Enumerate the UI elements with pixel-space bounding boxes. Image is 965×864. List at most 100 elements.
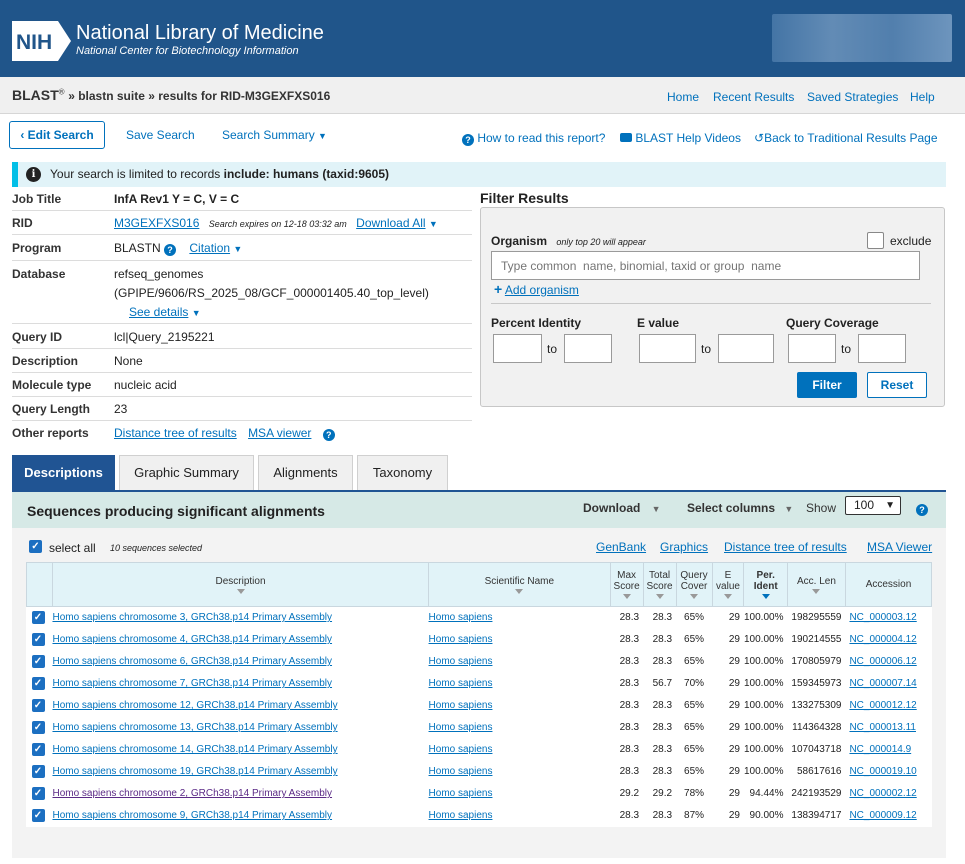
- row-checkbox[interactable]: ✓: [31, 765, 45, 778]
- query-coverage-max-input[interactable]: [858, 334, 906, 363]
- nav-recent-results[interactable]: Recent Results: [713, 90, 794, 104]
- header-max-score[interactable]: Max Score: [609, 562, 644, 607]
- save-search-link[interactable]: Save Search: [126, 128, 195, 142]
- add-organism-link[interactable]: + Add organism: [494, 281, 579, 297]
- row-checkbox[interactable]: ✓: [31, 787, 45, 800]
- genbank-link[interactable]: GenBank: [596, 540, 646, 554]
- nav-saved-strategies[interactable]: Saved Strategies: [807, 90, 898, 104]
- chevron-down-icon: ▼: [318, 131, 327, 141]
- scientific-name-link[interactable]: Homo sapiens: [429, 788, 493, 799]
- accession-link[interactable]: NC_000004.12: [849, 634, 916, 645]
- description-link[interactable]: Homo sapiens chromosome 6, GRCh38.p14 Pr…: [52, 656, 332, 667]
- scientific-name-link[interactable]: Homo sapiens: [429, 678, 493, 689]
- description-link[interactable]: Homo sapiens chromosome 3, GRCh38.p14 Pr…: [52, 612, 332, 623]
- msa-viewer-link[interactable]: MSA viewer: [248, 426, 311, 440]
- scientific-name-link[interactable]: Homo sapiens: [429, 700, 493, 711]
- select-columns-dropdown[interactable]: Select columns ▼: [687, 501, 793, 515]
- row-checkbox[interactable]: ✓: [31, 721, 45, 734]
- question-icon[interactable]: ?: [164, 244, 177, 256]
- accession-link[interactable]: NC_000013.11: [849, 722, 916, 733]
- account-area-blurred[interactable]: [772, 14, 952, 62]
- reset-button[interactable]: Reset: [867, 372, 927, 398]
- graphics-link[interactable]: Graphics: [660, 540, 708, 554]
- accession-link[interactable]: NC_000019.10: [849, 766, 916, 777]
- description-link[interactable]: Homo sapiens chromosome 14, GRCh38.p14 P…: [52, 744, 337, 755]
- accession-cell: NC_000013.11: [845, 716, 932, 739]
- query-coverage-min-input[interactable]: [788, 334, 836, 363]
- e-value-min-input[interactable]: [639, 334, 696, 363]
- how-to-read-link[interactable]: ? How to read this report?: [462, 131, 605, 146]
- show-count-select[interactable]: 100 ▼: [845, 496, 901, 515]
- nav-home[interactable]: Home: [667, 90, 699, 104]
- distance-tree-link[interactable]: Distance tree of results: [114, 426, 237, 440]
- distance-tree-results-link[interactable]: Distance tree of results: [724, 540, 847, 554]
- description-link[interactable]: Homo sapiens chromosome 13, GRCh38.p14 P…: [52, 722, 337, 733]
- tab-alignments[interactable]: Alignments: [258, 455, 353, 491]
- scientific-name-link[interactable]: Homo sapiens: [429, 634, 493, 645]
- header-query-cover[interactable]: Query Cover: [675, 562, 713, 607]
- tab-graphic-summary[interactable]: Graphic Summary: [119, 455, 254, 491]
- tab-taxonomy[interactable]: Taxonomy: [357, 455, 448, 491]
- row-checkbox[interactable]: ✓: [31, 809, 45, 822]
- description-link[interactable]: Homo sapiens chromosome 12, GRCh38.p14 P…: [52, 700, 337, 711]
- header-e-value[interactable]: Evalue: [711, 562, 745, 607]
- accession-link[interactable]: NC_000002.12: [849, 788, 916, 799]
- filter-button[interactable]: Filter: [797, 372, 857, 398]
- msa-viewer-results-link[interactable]: MSA Viewer: [867, 540, 932, 554]
- description-label: Description: [12, 354, 79, 368]
- description-link[interactable]: Homo sapiens chromosome 19, GRCh38.p14 P…: [52, 766, 337, 777]
- tab-descriptions[interactable]: Descriptions: [12, 455, 115, 491]
- row-select-cell: ✓: [26, 760, 53, 783]
- nav-help[interactable]: Help: [910, 90, 935, 104]
- question-icon[interactable]: ?: [916, 504, 928, 516]
- scientific-name-link[interactable]: Homo sapiens: [429, 766, 493, 777]
- description-cell: Homo sapiens chromosome 6, GRCh38.p14 Pr…: [52, 650, 429, 673]
- percent-identity-min-input[interactable]: [493, 334, 542, 363]
- help-videos-link[interactable]: BLAST Help Videos: [620, 131, 741, 145]
- accession-link[interactable]: NC_000014.9: [849, 744, 911, 755]
- accession-link[interactable]: NC_000003.12: [849, 612, 916, 623]
- edit-search-button[interactable]: ‹ Edit Search: [9, 121, 105, 149]
- scientific-name-link[interactable]: Homo sapiens: [429, 612, 493, 623]
- site-title[interactable]: National Library of Medicine: [76, 22, 324, 45]
- row-checkbox[interactable]: ✓: [31, 611, 45, 624]
- row-checkbox[interactable]: ✓: [31, 633, 45, 646]
- scientific-name-link[interactable]: Homo sapiens: [429, 722, 493, 733]
- download-all-link[interactable]: Download All: [356, 216, 425, 230]
- header-description[interactable]: Description: [51, 562, 430, 607]
- description-link[interactable]: Homo sapiens chromosome 4, GRCh38.p14 Pr…: [52, 634, 332, 645]
- e-value-max-input[interactable]: [718, 334, 774, 363]
- rid-link[interactable]: M3GEXFXS016: [114, 216, 199, 230]
- header-total-score[interactable]: Total Score: [642, 562, 677, 607]
- nih-logo[interactable]: NIH: [12, 21, 71, 61]
- description-link[interactable]: Homo sapiens chromosome 7, GRCh38.p14 Pr…: [52, 678, 332, 689]
- scientific-name-link[interactable]: Homo sapiens: [429, 810, 493, 821]
- header-per-ident[interactable]: Per. Ident: [743, 562, 788, 607]
- download-dropdown[interactable]: Download ▼: [583, 501, 661, 515]
- see-details-link[interactable]: See details ▼: [129, 305, 201, 319]
- description-link[interactable]: Homo sapiens chromosome 2, GRCh38.p14 Pr…: [52, 788, 332, 799]
- row-checkbox[interactable]: ✓: [31, 677, 45, 690]
- description-link[interactable]: Homo sapiens chromosome 9, GRCh38.p14 Pr…: [52, 810, 332, 821]
- header-scientific-name[interactable]: Scientific Name: [428, 562, 611, 607]
- breadcrumb-blast[interactable]: BLAST: [12, 87, 59, 103]
- row-checkbox[interactable]: ✓: [31, 699, 45, 712]
- accession-link[interactable]: NC_000009.12: [849, 810, 916, 821]
- header-acc-len[interactable]: Acc. Len: [786, 562, 846, 607]
- select-all-checkbox[interactable]: ✓: [29, 540, 42, 553]
- accession-link[interactable]: NC_000012.12: [849, 700, 916, 711]
- citation-link[interactable]: Citation: [189, 241, 230, 255]
- search-summary-dropdown[interactable]: Search Summary ▼: [222, 128, 327, 142]
- accession-link[interactable]: NC_000006.12: [849, 656, 916, 667]
- scientific-name-link[interactable]: Homo sapiens: [429, 656, 493, 667]
- back-traditional-link[interactable]: ↺Back to Traditional Results Page: [754, 131, 938, 145]
- accession-link[interactable]: NC_000007.14: [849, 678, 916, 689]
- row-checkbox[interactable]: ✓: [31, 655, 45, 668]
- exclude-checkbox[interactable]: [867, 232, 884, 249]
- header-accession[interactable]: Accession: [844, 562, 933, 607]
- organism-input[interactable]: [491, 251, 920, 280]
- percent-identity-max-input[interactable]: [564, 334, 612, 363]
- scientific-name-link[interactable]: Homo sapiens: [429, 744, 493, 755]
- question-icon[interactable]: ?: [322, 429, 335, 441]
- row-checkbox[interactable]: ✓: [31, 743, 45, 756]
